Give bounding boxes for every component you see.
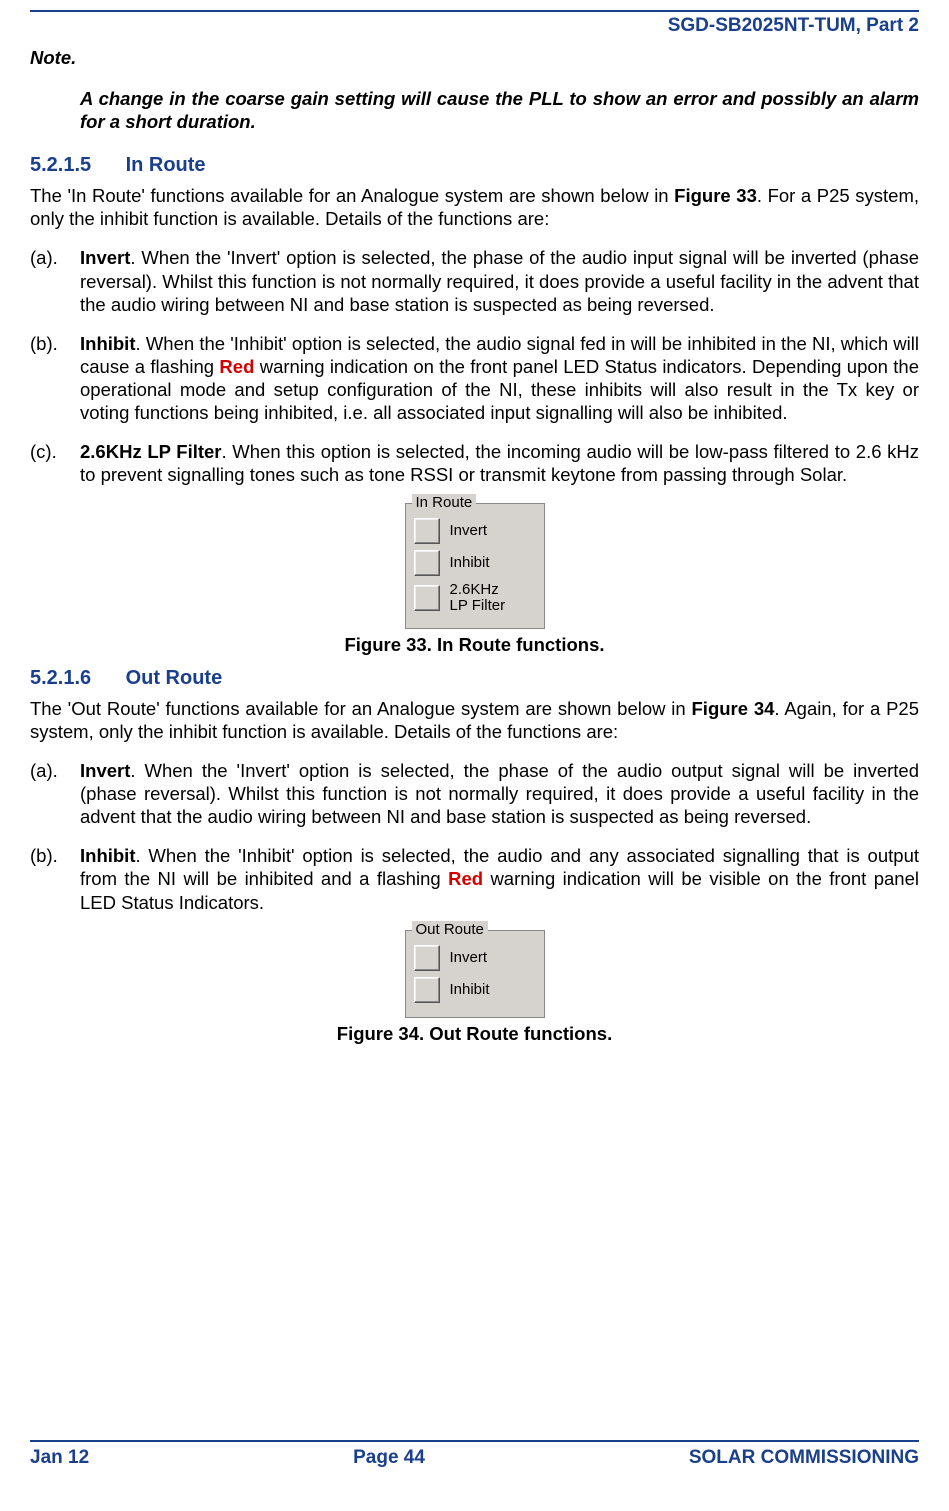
doc-id-header: SGD-SB2025NT-TUM, Part 2 — [30, 14, 919, 38]
list-marker: (b). — [30, 844, 80, 913]
option-row: Invert — [414, 516, 534, 546]
lpfilter-toggle-button[interactable] — [414, 585, 440, 611]
term: 2.6KHz LP Filter — [80, 441, 222, 462]
red-text: Red — [448, 868, 483, 889]
text: The 'In Route' functions available for a… — [30, 185, 674, 206]
footer-center: Page 44 — [353, 1446, 425, 1470]
option-label: Inhibit — [450, 982, 490, 998]
groupbox-title: In Route — [412, 494, 477, 513]
list-marker: (b). — [30, 332, 80, 425]
text: . When the 'Invert' option is selected, … — [80, 247, 919, 314]
page-footer: Jan 12 Page 44 SOLAR COMMISSIONING — [30, 1440, 919, 1470]
option-label: 2.6KHz LP Filter — [450, 582, 506, 614]
footer-right: SOLAR COMMISSIONING — [689, 1446, 919, 1470]
figure-34-caption: Figure 34. Out Route functions. — [30, 1022, 919, 1045]
term: Invert — [80, 247, 130, 268]
red-text: Red — [219, 356, 254, 377]
figure-ref: Figure 34 — [692, 698, 775, 719]
figure-34: Out Route Invert Inhibit — [30, 930, 919, 1018]
option-row: 2.6KHz LP Filter — [414, 580, 534, 616]
term: Invert — [80, 760, 130, 781]
figure-33: In Route Invert Inhibit 2.6KHz LP Filter — [30, 503, 919, 629]
groupbox-title: Out Route — [412, 921, 488, 940]
in-route-item-b: (b). Inhibit. When the 'Inhibit' option … — [30, 332, 919, 425]
out-route-item-a: (a). Invert. When the 'Invert' option is… — [30, 759, 919, 828]
list-body: Inhibit. When the 'Inhibit' option is se… — [80, 332, 919, 425]
in-route-item-a: (a). Invert. When the 'Invert' option is… — [30, 246, 919, 315]
option-label: Inhibit — [450, 555, 490, 571]
invert-toggle-button[interactable] — [414, 518, 440, 544]
term: Inhibit — [80, 845, 135, 866]
option-label: Invert — [450, 523, 488, 539]
text: . When the 'Invert' option is selected, … — [80, 760, 919, 827]
option-row: Inhibit — [414, 548, 534, 578]
inhibit-toggle-button[interactable] — [414, 977, 440, 1003]
list-body: Inhibit. When the 'Inhibit' option is se… — [80, 844, 919, 913]
heading-number: 5.2.1.6 — [30, 666, 120, 691]
heading-title: In Route — [126, 154, 206, 176]
option-row: Inhibit — [414, 975, 534, 1005]
in-route-item-c: (c). 2.6KHz LP Filter. When this option … — [30, 440, 919, 486]
note-label: Note. — [30, 46, 919, 69]
invert-toggle-button[interactable] — [414, 945, 440, 971]
term: Inhibit — [80, 333, 135, 354]
in-route-intro: The 'In Route' functions available for a… — [30, 184, 919, 230]
heading-title: Out Route — [126, 667, 223, 689]
list-marker: (a). — [30, 759, 80, 828]
heading-number: 5.2.1.5 — [30, 153, 120, 178]
out-route-item-b: (b). Inhibit. When the 'Inhibit' option … — [30, 844, 919, 913]
in-route-groupbox: In Route Invert Inhibit 2.6KHz LP Filter — [405, 503, 545, 629]
option-label: Invert — [450, 950, 488, 966]
footer-left: Jan 12 — [30, 1446, 89, 1470]
option-row: Invert — [414, 943, 534, 973]
inhibit-toggle-button[interactable] — [414, 550, 440, 576]
figure-ref: Figure 33 — [674, 185, 757, 206]
list-body: Invert. When the 'Invert' option is sele… — [80, 759, 919, 828]
figure-33-caption: Figure 33. In Route functions. — [30, 633, 919, 656]
list-body: Invert. When the 'Invert' option is sele… — [80, 246, 919, 315]
note-body: A change in the coarse gain setting will… — [80, 87, 919, 133]
list-body: 2.6KHz LP Filter. When this option is se… — [80, 440, 919, 486]
list-marker: (a). — [30, 246, 80, 315]
out-route-groupbox: Out Route Invert Inhibit — [405, 930, 545, 1018]
heading-out-route: 5.2.1.6 Out Route — [30, 666, 919, 691]
list-marker: (c). — [30, 440, 80, 486]
text: The 'Out Route' functions available for … — [30, 698, 692, 719]
out-route-intro: The 'Out Route' functions available for … — [30, 697, 919, 743]
heading-in-route: 5.2.1.5 In Route — [30, 153, 919, 178]
